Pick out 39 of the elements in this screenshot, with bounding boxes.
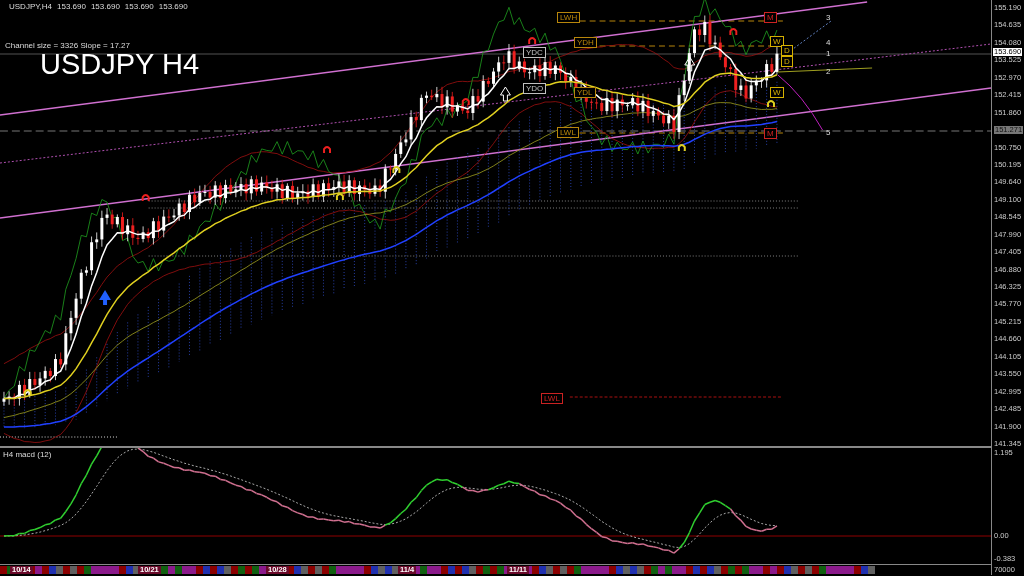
up-arrow-icon	[684, 56, 696, 72]
price-text: 153.690	[57, 2, 86, 11]
horseshoe-icon	[528, 37, 537, 45]
channel-level-number: 5	[826, 129, 831, 137]
symbol-text: USDJPY,H4	[9, 2, 52, 11]
channel-info-text: Channel size = 3326 Slope = 17.27	[5, 41, 130, 50]
macd-title: H4 macd (12)	[3, 450, 52, 459]
price-text: 153.690	[90, 2, 120, 11]
horseshoe-icon	[392, 166, 401, 174]
level-tag: W	[770, 87, 784, 98]
horseshoe-icon	[141, 194, 150, 202]
horseshoe-icon	[767, 100, 775, 108]
level-tag: LWL	[557, 127, 579, 138]
horseshoe-icon	[323, 146, 331, 154]
level-tag: D	[781, 45, 793, 56]
horseshoe-icon	[729, 28, 738, 36]
level-tag: YDL	[574, 87, 596, 98]
up-arrow-icon	[499, 86, 511, 102]
level-tag: M	[764, 128, 777, 139]
channel-level-number: 3	[826, 14, 831, 22]
horseshoe-icon	[335, 193, 344, 201]
symbol-title: USDJPY H4	[40, 50, 200, 79]
level-tag: YDH	[574, 37, 597, 48]
horseshoe-icon	[677, 144, 686, 152]
level-tag: M	[764, 12, 777, 23]
channel-level-number: 2	[826, 68, 831, 76]
channel-level-number: 1	[826, 50, 831, 58]
price-text: 153.690	[124, 2, 154, 11]
level-tag: LWL	[541, 393, 563, 404]
price-text: 153.690	[158, 2, 188, 11]
up-arrow-icon	[99, 290, 111, 305]
level-tag: D	[781, 56, 793, 67]
channel-level-number: 4	[826, 39, 831, 47]
horseshoe-icon	[23, 389, 32, 397]
level-tag: YDO	[523, 83, 547, 94]
level-tag: W	[770, 36, 784, 47]
horseshoe-icon	[461, 98, 470, 106]
level-tag: YDC	[523, 47, 546, 58]
level-tag: LWH	[557, 12, 581, 23]
